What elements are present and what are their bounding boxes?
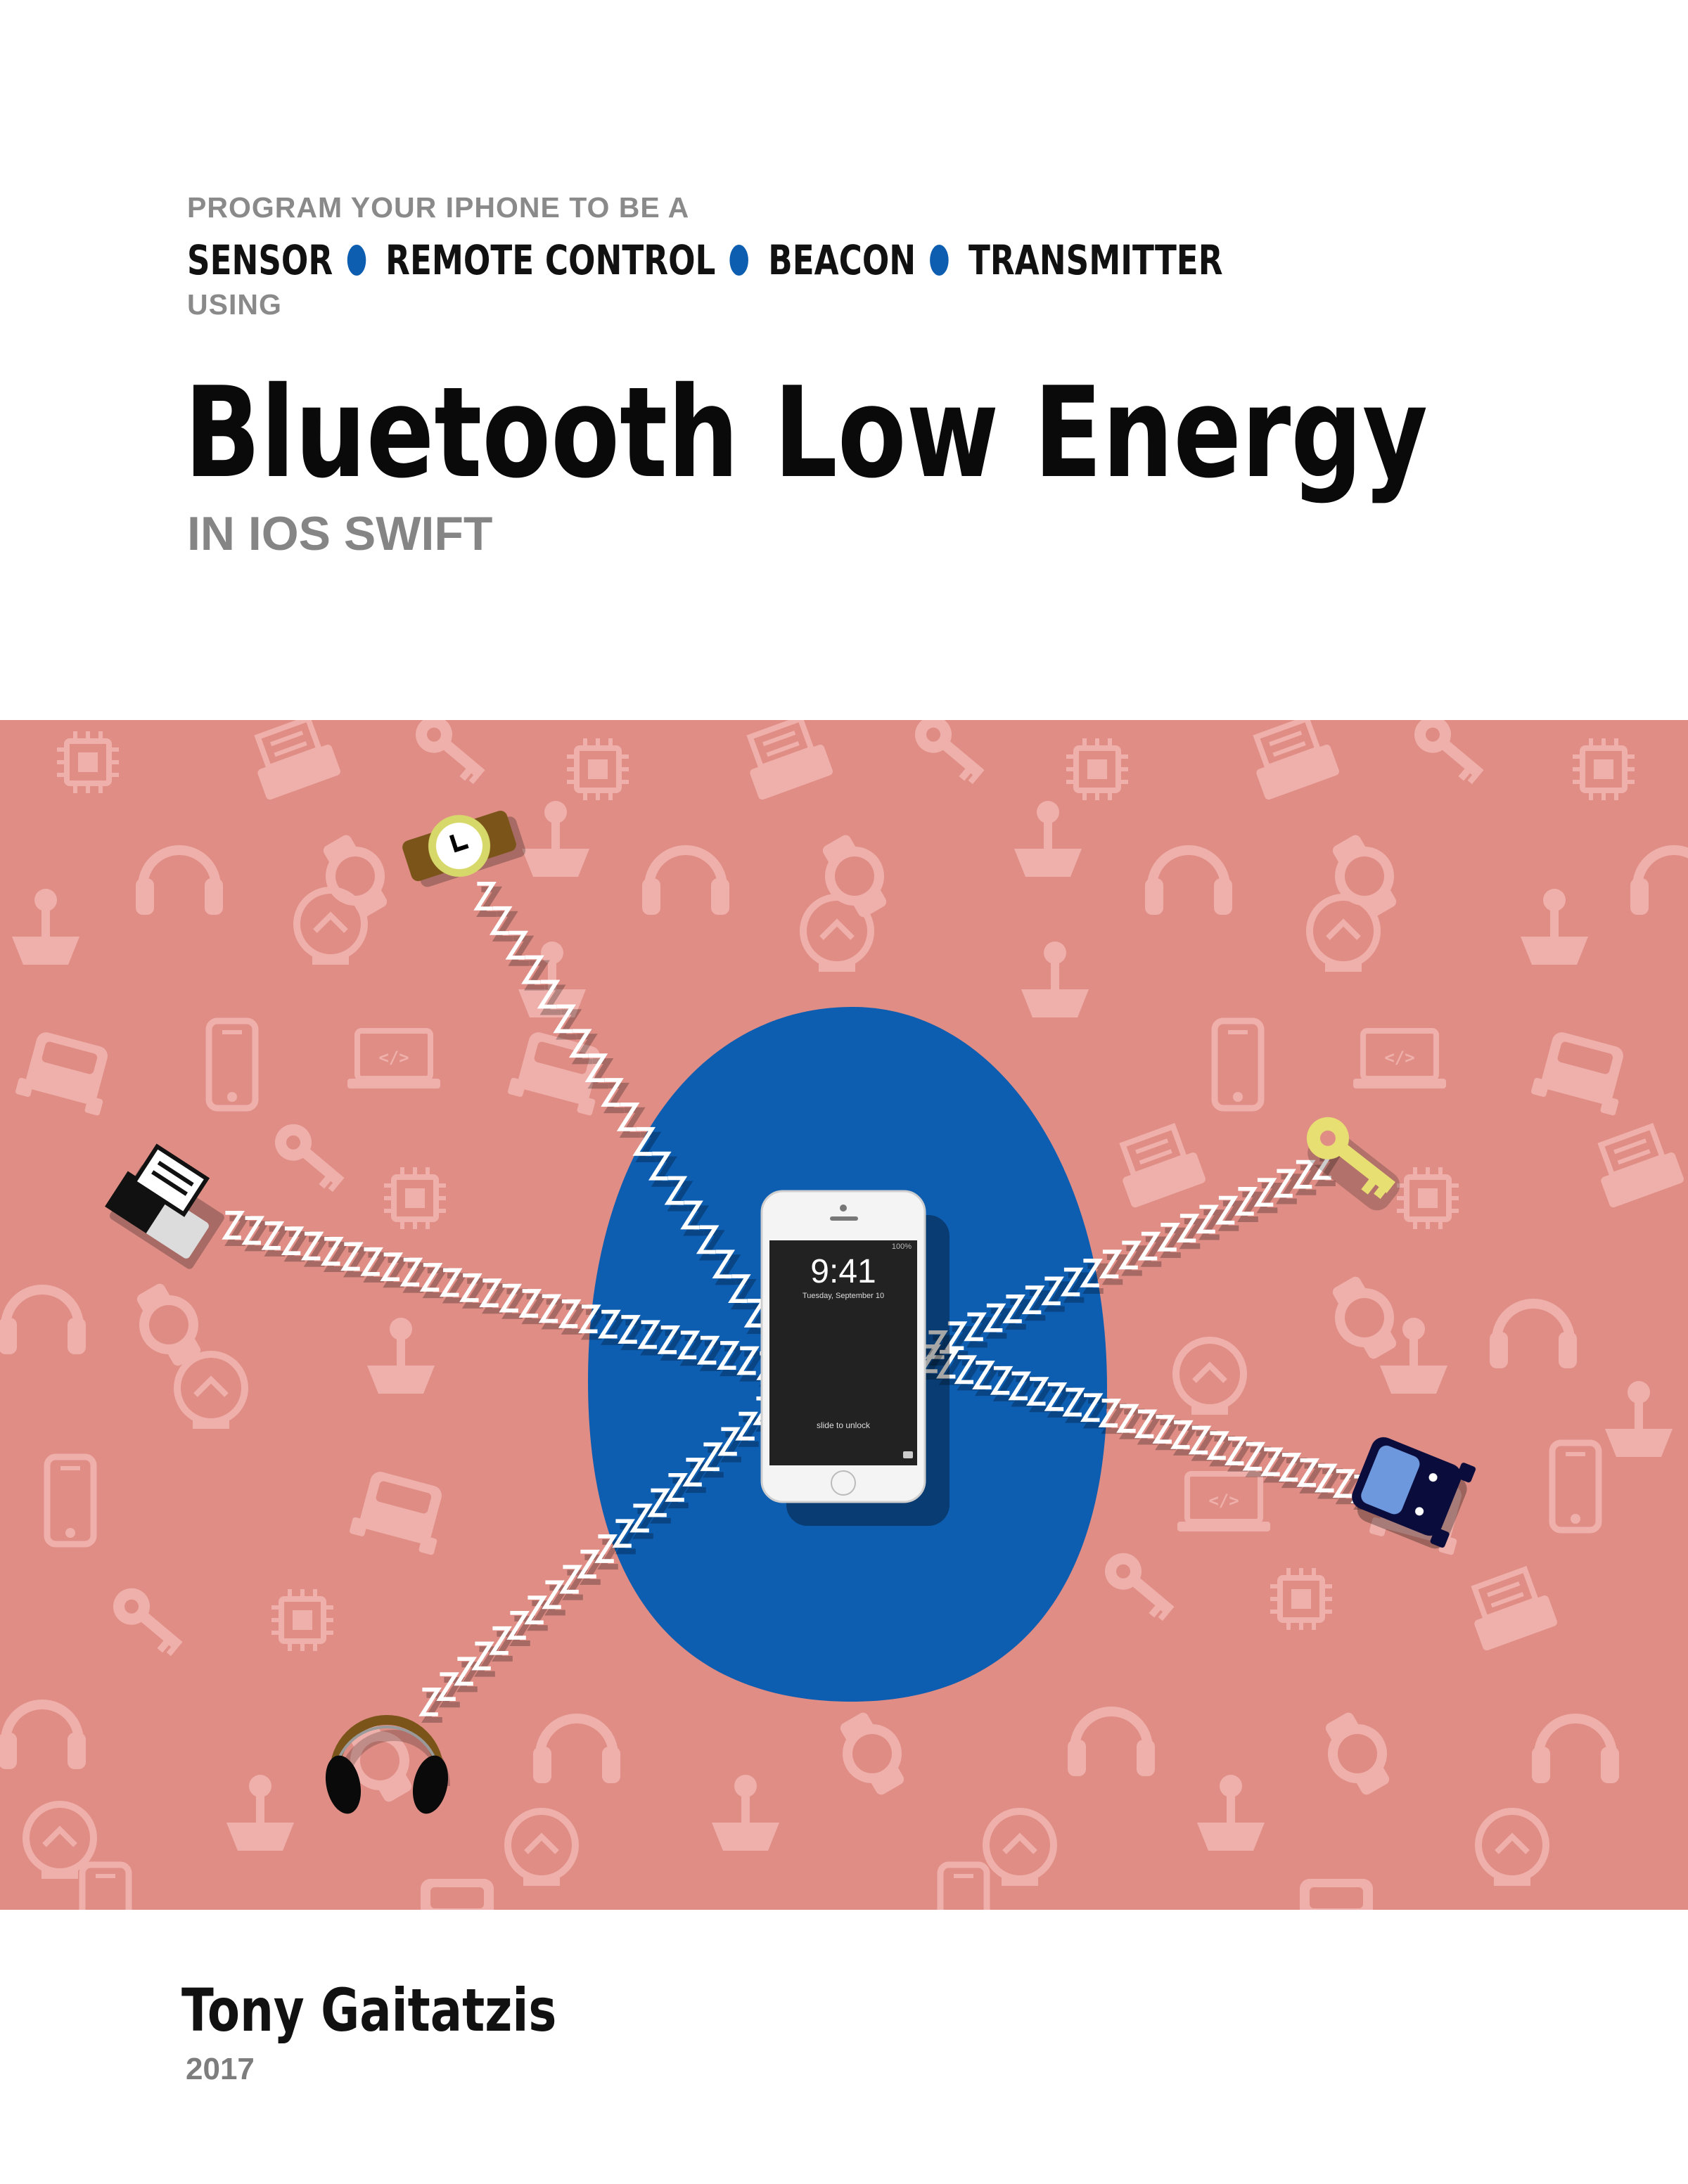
author-name: Tony Gaitatzis (181, 1976, 557, 2045)
battery-status: 100% (892, 1242, 912, 1251)
book-title: Bluetooth Low Energy (184, 360, 1428, 506)
book-subtitle: IN IOS SWIFT (187, 507, 493, 560)
printer-icon (105, 1143, 224, 1269)
illustration-banner: </> (0, 720, 1688, 1910)
lock-date: Tuesday, September 10 (803, 1292, 884, 1300)
watch-icon (402, 810, 526, 887)
camera-icon (903, 1451, 913, 1458)
role-beacon: BEACON (768, 236, 916, 284)
role-sensor: SENSOR (187, 236, 333, 284)
smartphone-icon: 100% 9:41 Tuesday, September 10 slide to… (760, 1190, 950, 1526)
slide-to-unlock: slide to unlock (817, 1420, 871, 1430)
publication-year: 2017 (186, 2052, 255, 2086)
role-remote-control: REMOTE CONTROL (385, 236, 716, 284)
role-transmitter: TRANSMITTER (968, 236, 1223, 284)
illustration: </> (0, 720, 1688, 1910)
bullet-dot (347, 245, 366, 276)
lock-time: 9:41 (810, 1253, 876, 1290)
car-icon (1352, 1437, 1476, 1549)
using-label: USING (187, 288, 282, 321)
tagline: PROGRAM YOUR IPHONE TO BE A (187, 191, 690, 224)
bullet-dot (729, 245, 749, 276)
bullet-dot (930, 245, 949, 276)
roles-line: SENSOR REMOTE CONTROL BEACON TRANSMITTER (187, 226, 1223, 294)
